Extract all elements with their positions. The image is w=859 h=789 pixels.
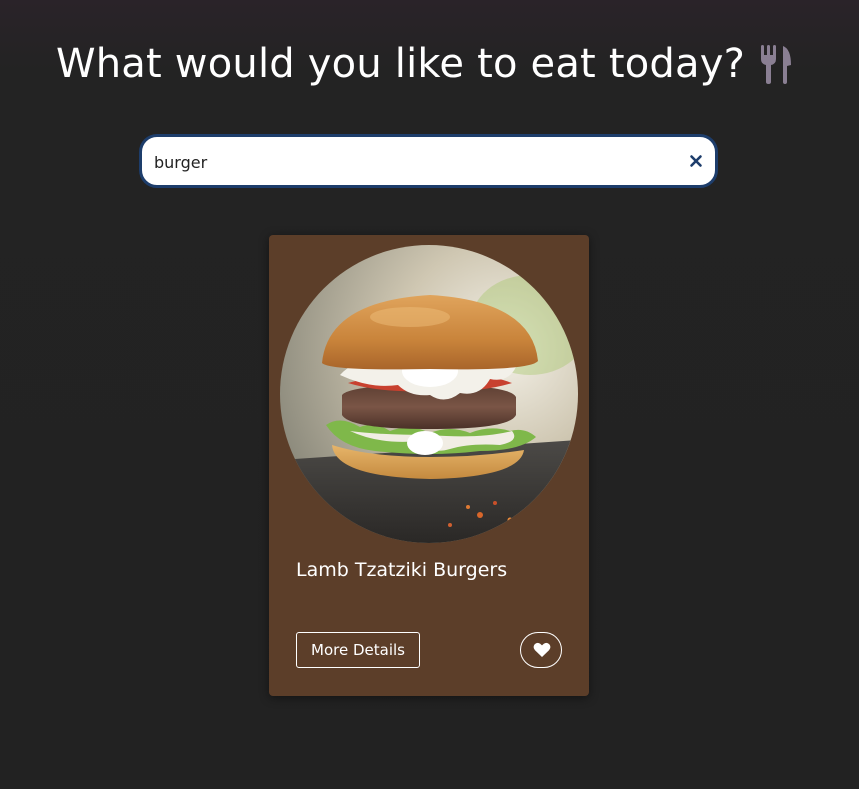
search-box — [139, 134, 718, 188]
recipe-card: Lamb Tzatziki Burgers More Details — [269, 235, 589, 696]
close-icon[interactable] — [689, 154, 703, 168]
heart-icon — [533, 642, 551, 657]
page-title: What would you like to eat today? — [56, 41, 746, 87]
favorite-button[interactable] — [520, 632, 562, 668]
recipe-title[interactable]: Lamb Tzatziki Burgers — [296, 559, 507, 581]
more-details-button[interactable]: More Details — [296, 632, 420, 668]
search-input[interactable] — [154, 148, 654, 176]
burger-photo — [280, 245, 578, 543]
utensils-icon — [761, 45, 791, 84]
recipe-image[interactable] — [280, 245, 578, 543]
